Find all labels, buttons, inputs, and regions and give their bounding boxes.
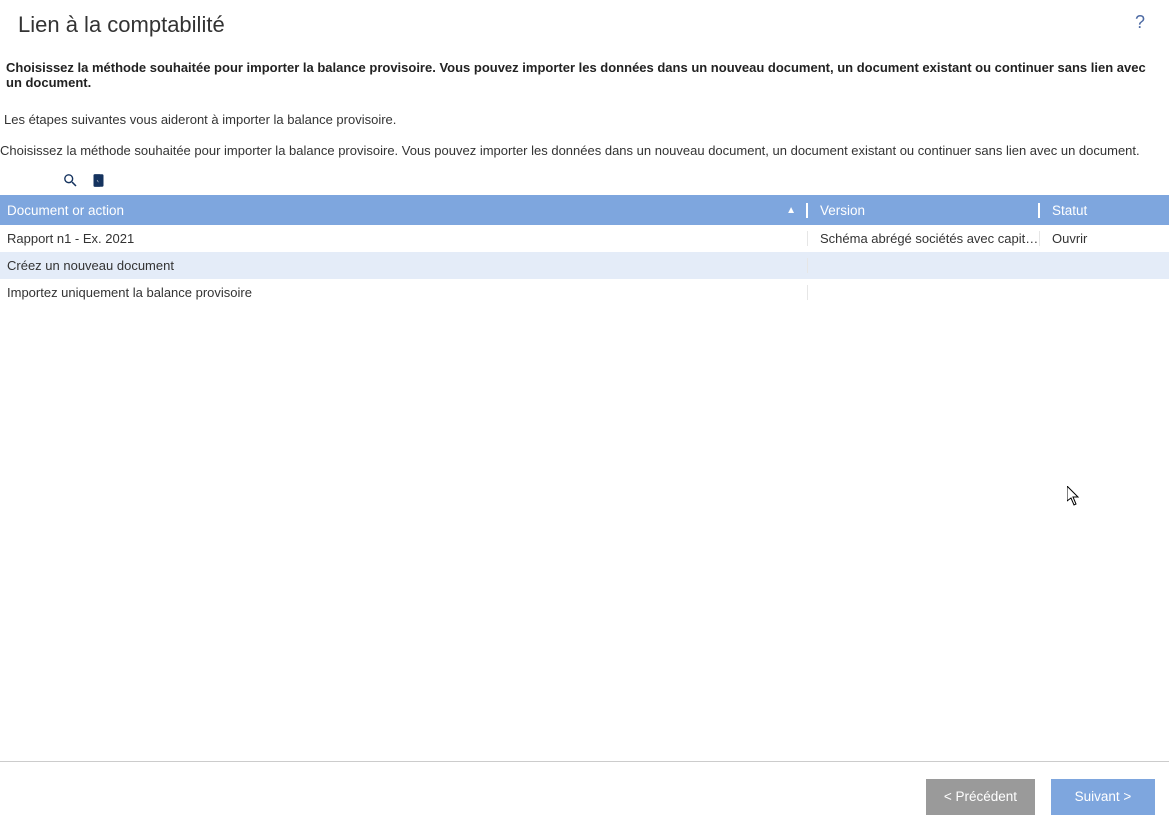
column-header-statut[interactable]: Statut: [1040, 203, 1169, 218]
document-table: Document or action ▲ Version Statut Rapp…: [0, 195, 1169, 306]
cell-statut: Ouvrir: [1040, 231, 1169, 246]
search-icon[interactable]: [62, 172, 79, 189]
cell-version: Schéma abrégé sociétés avec capit…: [808, 231, 1040, 246]
toolbar: [0, 158, 1169, 195]
next-button[interactable]: Suivant >: [1051, 779, 1155, 815]
previous-button[interactable]: < Précédent: [926, 779, 1035, 815]
column-header-document[interactable]: Document or action ▲: [0, 203, 808, 218]
table-row[interactable]: Rapport n1 - Ex. 2021 Schéma abrégé soci…: [0, 225, 1169, 252]
intro-line2: Choisissez la méthode souhaitée pour imp…: [0, 127, 1169, 158]
table-row[interactable]: Importez uniquement la balance provisoir…: [0, 279, 1169, 306]
table-row[interactable]: Créez un nouveau document: [0, 252, 1169, 279]
page-title: Lien à la comptabilité: [18, 12, 225, 38]
cell-document: Rapport n1 - Ex. 2021: [0, 231, 808, 246]
cell-document: Importez uniquement la balance provisoir…: [0, 285, 808, 300]
table-header-row: Document or action ▲ Version Statut: [0, 195, 1169, 225]
intro-line1: Les étapes suivantes vous aideront à imp…: [0, 90, 1169, 127]
intro-bold-text: Choisissez la méthode souhaitée pour imp…: [0, 42, 1169, 90]
sort-ascending-icon: ▲: [786, 205, 796, 216]
mouse-cursor-icon: [1067, 486, 1081, 509]
column-header-document-label: Document or action: [7, 203, 124, 218]
wizard-footer: < Précédent Suivant >: [0, 761, 1169, 831]
column-header-version[interactable]: Version: [808, 203, 1040, 218]
cell-document: Créez un nouveau document: [0, 258, 808, 273]
file-download-icon[interactable]: [91, 172, 106, 189]
help-icon[interactable]: ?: [1135, 12, 1151, 33]
